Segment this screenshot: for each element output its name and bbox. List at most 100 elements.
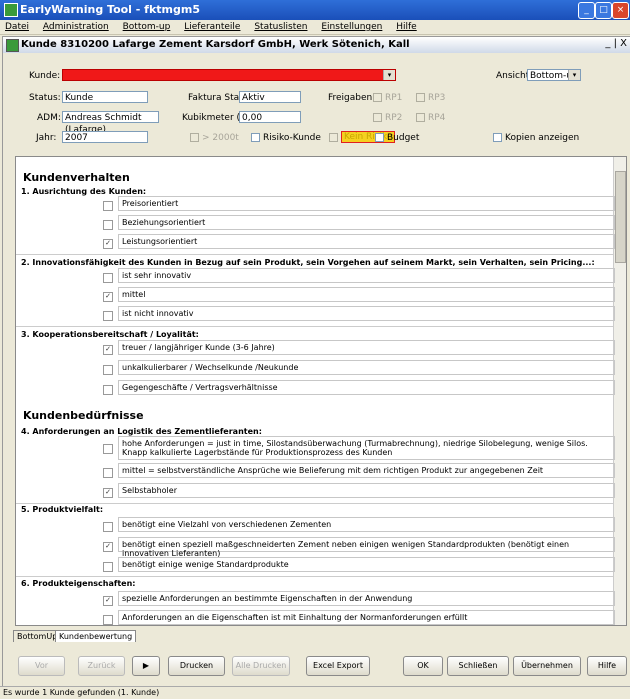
vor-button[interactable]: Vor bbox=[18, 656, 65, 676]
option-item: mittel bbox=[118, 287, 615, 302]
menu-einstellungen[interactable]: Einstellungen bbox=[321, 22, 382, 32]
drucken-button[interactable]: Drucken bbox=[168, 656, 225, 676]
budget-checkbox[interactable] bbox=[375, 133, 384, 142]
divider bbox=[16, 503, 614, 504]
gt2000-label: > 2000t bbox=[202, 133, 239, 143]
question-label: 3. Kooperationsbereitschaft / Loyalität: bbox=[21, 330, 199, 339]
chevron-down-icon: ▾ bbox=[568, 70, 580, 80]
status-text: Es wurde 1 Kunde gefunden (1. Kunde) bbox=[3, 688, 160, 697]
question-label: 2. Innovationsfähigkeit des Kunden in Be… bbox=[21, 258, 595, 267]
rp4-label: RP4 bbox=[428, 113, 446, 123]
option-checkbox[interactable] bbox=[103, 468, 113, 478]
rp3-checkbox[interactable] bbox=[416, 93, 425, 102]
divider bbox=[16, 254, 614, 255]
rp1-checkbox[interactable] bbox=[373, 93, 382, 102]
flag-checkbox[interactable] bbox=[329, 133, 338, 142]
scroll-thumb[interactable] bbox=[615, 171, 626, 263]
option-checkbox[interactable]: ✓ bbox=[103, 488, 113, 498]
adm-field[interactable]: Andreas Schmidt (Lafarge) bbox=[62, 111, 159, 135]
option-checkbox[interactable] bbox=[103, 201, 113, 211]
kubik-field[interactable]: 0,00 bbox=[239, 111, 301, 123]
ansicht-select[interactable]: Bottom-up ▾ bbox=[527, 69, 581, 81]
option-checkbox[interactable] bbox=[103, 385, 113, 395]
jahr-field[interactable]: 2007 bbox=[62, 131, 148, 143]
option-checkbox[interactable] bbox=[103, 615, 113, 625]
uebernehmen-button[interactable]: Übernehmen bbox=[513, 656, 581, 676]
window-icon bbox=[6, 39, 19, 52]
menu-administration[interactable]: Administration bbox=[43, 22, 109, 32]
option-checkbox[interactable] bbox=[103, 220, 113, 230]
hilfe-button[interactable]: Hilfe bbox=[587, 656, 627, 676]
question-label: 5. Produktvielfalt: bbox=[21, 505, 104, 514]
faktura-value: Aktiv bbox=[242, 93, 265, 103]
option-item: spezielle Anforderungen an bestimmte Eig… bbox=[118, 591, 615, 606]
rp4-checkbox[interactable] bbox=[416, 113, 425, 122]
excel-export-button[interactable]: Excel Export bbox=[306, 656, 370, 676]
option-item: ist nicht innovativ bbox=[118, 306, 615, 321]
close-button[interactable]: × bbox=[612, 2, 629, 19]
option-item: treuer / langjähriger Kunde (3-6 Jahre) bbox=[118, 340, 615, 355]
option-checkbox[interactable] bbox=[103, 522, 113, 532]
status-label: Status: bbox=[29, 93, 61, 103]
menu-hilfe[interactable]: Hilfe bbox=[396, 22, 416, 32]
option-item: hohe Anforderungen = just in time, Silos… bbox=[118, 436, 615, 460]
customer-window-titlebar: Kunde 8310200 Lafarge Zement Karsdorf Gm… bbox=[3, 37, 630, 53]
menu-bottom-up[interactable]: Bottom-up bbox=[123, 22, 171, 32]
divider bbox=[16, 576, 614, 577]
jahr-value: 2007 bbox=[65, 133, 88, 143]
option-item: benötigt einen speziell maßgeschneiderte… bbox=[118, 537, 615, 558]
status-field[interactable]: Kunde bbox=[62, 91, 148, 103]
app-titlebar: EarlyWarning Tool - fktmgm5 _ □ × bbox=[0, 0, 630, 20]
kunde-select[interactable]: ▾ bbox=[62, 69, 396, 81]
option-checkbox[interactable] bbox=[103, 365, 113, 375]
menu-bar: Datei Administration Bottom-up Lieferant… bbox=[0, 20, 630, 35]
minimize-button[interactable]: _ bbox=[578, 2, 595, 19]
kopien-checkbox[interactable] bbox=[493, 133, 502, 142]
menu-lieferanteile[interactable]: Lieferanteile bbox=[184, 22, 240, 32]
menu-datei[interactable]: Datei bbox=[5, 22, 29, 32]
status-value: Kunde bbox=[65, 93, 94, 103]
jahr-label: Jahr: bbox=[36, 133, 57, 143]
kubik-value: 0,00 bbox=[242, 113, 263, 123]
option-item: Selbstabholer bbox=[118, 483, 615, 498]
option-checkbox[interactable]: ✓ bbox=[103, 345, 113, 355]
app-title: EarlyWarning Tool - fktmgm5 bbox=[20, 3, 200, 16]
window-controls[interactable]: _ | X bbox=[605, 38, 627, 49]
option-item: Gegengeschäfte / Vertragsverhältnisse bbox=[118, 380, 615, 395]
play-icon[interactable]: ▶ bbox=[132, 656, 160, 676]
status-bar: Es wurde 1 Kunde gefunden (1. Kunde) bbox=[0, 686, 630, 699]
divider bbox=[16, 326, 614, 327]
maximize-button[interactable]: □ bbox=[595, 2, 612, 19]
schliessen-button[interactable]: Schließen bbox=[447, 656, 509, 676]
option-checkbox[interactable]: ✓ bbox=[103, 292, 113, 302]
option-checkbox[interactable] bbox=[103, 273, 113, 283]
zurueck-button[interactable]: Zurück bbox=[78, 656, 125, 676]
faktura-field[interactable]: Aktiv bbox=[239, 91, 301, 103]
section-title: Kundenverhalten bbox=[23, 171, 130, 184]
option-item: Beziehungsorientiert bbox=[118, 215, 615, 230]
option-checkbox[interactable]: ✓ bbox=[103, 596, 113, 606]
option-item: ist sehr innovativ bbox=[118, 268, 615, 283]
menu-statuslisten[interactable]: Statuslisten bbox=[254, 22, 307, 32]
option-checkbox[interactable] bbox=[103, 311, 113, 321]
ok-button[interactable]: OK bbox=[403, 656, 443, 676]
question-label: 6. Produkteigenschaften: bbox=[21, 579, 136, 588]
option-item: benötigt einige wenige Standardprodukte bbox=[118, 557, 615, 572]
option-checkbox[interactable] bbox=[103, 444, 113, 454]
option-checkbox[interactable]: ✓ bbox=[103, 239, 113, 249]
rp2-checkbox[interactable] bbox=[373, 113, 382, 122]
assessment-panel: Kundenverhalten 1. Ausrichtung des Kunde… bbox=[15, 156, 627, 626]
option-checkbox[interactable]: ✓ bbox=[103, 542, 113, 552]
option-checkbox[interactable] bbox=[103, 562, 113, 572]
risiko-checkbox[interactable] bbox=[251, 133, 260, 142]
kunde-label: Kunde: bbox=[29, 71, 61, 81]
option-item: Preisorientiert bbox=[118, 196, 615, 211]
gt2000-checkbox[interactable] bbox=[190, 133, 199, 142]
alle-drucken-button[interactable]: Alle Drucken bbox=[232, 656, 290, 676]
option-item: benötigt eine Vielzahl von verschiedenen… bbox=[118, 517, 615, 532]
option-item: Anforderungen an die Eigenschaften ist m… bbox=[118, 610, 615, 625]
tab-kundenbewertung[interactable]: Kundenbewertung bbox=[55, 630, 137, 642]
kopien-label: Kopien anzeigen bbox=[505, 133, 580, 143]
budget-label: Budget bbox=[387, 133, 420, 143]
adm-label: ADM: bbox=[37, 113, 61, 123]
